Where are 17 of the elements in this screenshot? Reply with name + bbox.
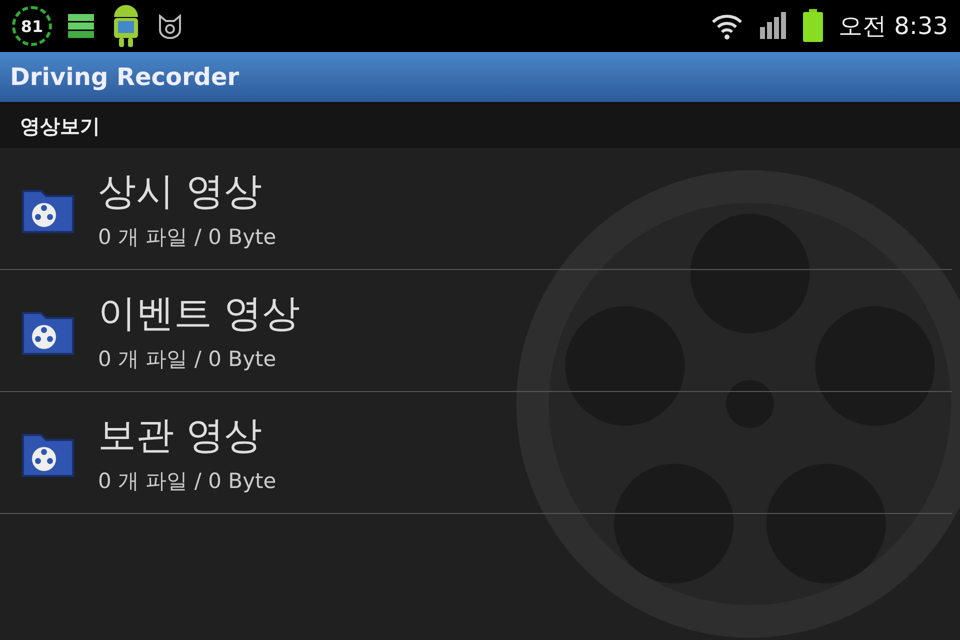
battery-icon: [802, 9, 824, 43]
item-title: 보관 영상: [98, 412, 264, 459]
video-folder-item[interactable]: 이벤트 영상 0 개 파일 / 0 Byte: [0, 270, 952, 392]
signal-icon: [758, 11, 788, 41]
video-folder-item[interactable]: 상시 영상 0 개 파일 / 0 Byte: [0, 148, 952, 270]
list-icon: [66, 11, 96, 41]
item-subtitle: 0 개 파일 / 0 Byte: [98, 224, 276, 251]
window-title: Driving Recorder: [10, 63, 240, 91]
section-title: 영상보기: [20, 112, 100, 140]
item-title: 상시 영상: [98, 168, 264, 215]
item-subtitle: 0 개 파일 / 0 Byte: [98, 346, 278, 373]
item-subtitle: 0 개 파일 / 0 Byte: [98, 468, 276, 495]
cat-face-icon: [156, 12, 184, 40]
item-title: 이벤트 영상: [98, 290, 300, 337]
clock-time: 오전 8:33: [838, 11, 948, 42]
video-folder-item[interactable]: 보관 영상 0 개 파일 / 0 Byte: [0, 392, 952, 514]
battery-percent-badge: 81: [12, 6, 52, 46]
